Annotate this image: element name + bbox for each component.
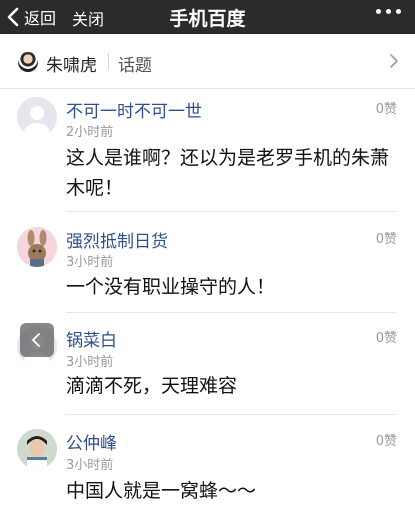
topic-tag: 话题 (118, 56, 152, 76)
comment-time: 3小时前 (66, 458, 114, 473)
page-title: 手机百度 (169, 8, 246, 30)
top-bar: 返回 关闭 手机百度 (0, 0, 415, 34)
more-dot-icon (386, 9, 391, 14)
comment-item: 强烈抵制日货 3小时前 0赞 一个没有职业操守的人！ (0, 212, 415, 313)
photo-avatar-icon (17, 429, 57, 469)
comment-author[interactable]: 不可一时不可一世 (66, 97, 202, 122)
more-menu-button[interactable] (376, 9, 401, 14)
topic-avatar (18, 52, 38, 72)
comment-author[interactable]: 公仲峰 (66, 429, 117, 454)
like-count[interactable]: 0赞 (376, 327, 397, 346)
comment-time: 3小时前 (66, 355, 114, 370)
comment-time: 3小时前 (66, 255, 114, 270)
rabbit-avatar-icon (17, 227, 57, 267)
comment-item: 不可一时不可一世 2小时前 0赞 这人是谁啊？还以为是老罗手机的朱萧木呢！ (0, 88, 415, 212)
comment-author[interactable]: 强烈抵制日货 (66, 227, 168, 252)
like-count[interactable]: 0赞 (376, 228, 397, 247)
more-dot-icon (396, 9, 401, 14)
comment-author[interactable]: 锅菜白 (66, 326, 117, 351)
comment-text: 中国人就是一窝蜂～～ (66, 480, 257, 502)
avatar[interactable] (17, 227, 57, 267)
comment-item: 锅菜白 3小时前 0赞 滴滴不死，天理难容 (0, 313, 415, 415)
topic-header[interactable]: 朱啸虎 话题 (0, 34, 415, 89)
avatar[interactable] (17, 97, 57, 137)
comment-text: 一个没有职业操守的人！ (66, 276, 276, 298)
topic-separator (108, 53, 109, 70)
floating-back-button[interactable] (20, 323, 54, 357)
like-count[interactable]: 0赞 (376, 98, 397, 117)
comment-time: 2小时前 (66, 125, 114, 140)
chevron-right-icon (390, 54, 398, 68)
avatar[interactable] (17, 429, 57, 469)
topic-name: 朱啸虎 (46, 56, 97, 76)
chevron-left-icon (32, 333, 40, 347)
more-dot-icon (376, 9, 381, 14)
default-avatar-icon (17, 97, 57, 137)
like-count[interactable]: 0赞 (376, 430, 397, 449)
comment-item: 公仲峰 3小时前 0赞 中国人就是一窝蜂～～ (0, 414, 415, 516)
comment-text: 这人是谁啊？还以为是老罗手机的朱萧木呢！ (66, 147, 390, 199)
app-window: 返回 关闭 手机百度 朱啸虎 话题 不可一时不可一世 2小时前 0赞 这人是谁啊… (0, 0, 415, 516)
comment-text: 滴滴不死，天理难容 (66, 375, 238, 397)
